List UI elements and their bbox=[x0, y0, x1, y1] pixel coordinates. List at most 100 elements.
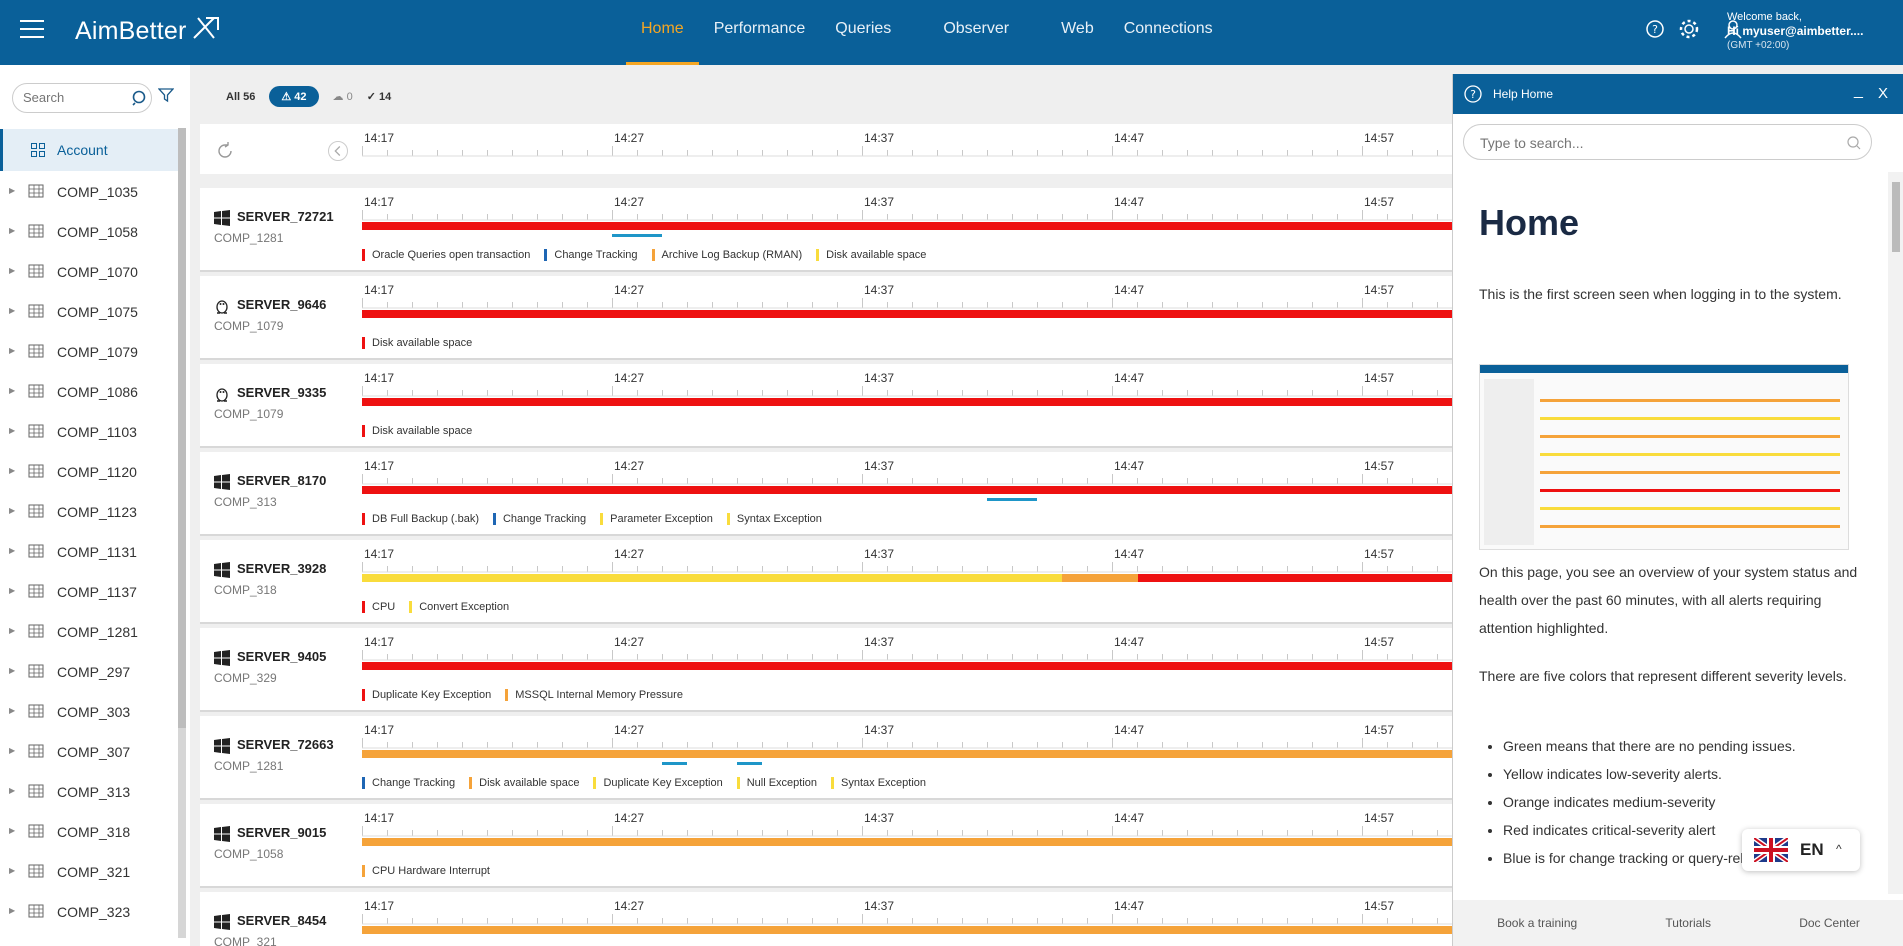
help-scroll-thumb[interactable] bbox=[1892, 182, 1900, 252]
sidebar-item-company[interactable]: ▶ COMP_303 bbox=[0, 691, 178, 731]
server-name[interactable]: SERVER_9405 bbox=[237, 649, 326, 664]
status-bar-segment[interactable] bbox=[362, 398, 1452, 406]
menu-icon[interactable] bbox=[20, 20, 44, 40]
app-logo[interactable]: AimBetter bbox=[75, 17, 187, 46]
chevron-right-icon[interactable]: ▶ bbox=[9, 506, 15, 515]
help-footer-link[interactable]: Doc Center bbox=[1799, 916, 1860, 930]
sidebar-item-company[interactable]: ▶ COMP_1075 bbox=[0, 291, 178, 331]
status-bar-segment[interactable] bbox=[362, 222, 1452, 230]
filter-check[interactable]: ✓ 14 bbox=[367, 90, 392, 103]
alert-tag[interactable]: Duplicate Key Exception bbox=[362, 689, 491, 701]
sidebar-item-company[interactable]: ▶ COMP_1120 bbox=[0, 451, 178, 491]
alert-tag[interactable]: Oracle Queries open transaction bbox=[362, 249, 530, 261]
alert-tag[interactable]: Disk available space bbox=[362, 425, 472, 437]
help-search-input[interactable] bbox=[1480, 135, 1820, 151]
chevron-right-icon[interactable]: ▶ bbox=[9, 706, 15, 715]
server-row[interactable]: SERVER_9015 COMP_1058 14:17 14:27 14:37 14:47… bbox=[200, 804, 1452, 888]
chevron-right-icon[interactable]: ▶ bbox=[9, 226, 15, 235]
refresh-icon[interactable] bbox=[216, 142, 234, 160]
chevron-right-icon[interactable]: ▶ bbox=[9, 786, 15, 795]
change-marker[interactable] bbox=[612, 234, 662, 237]
status-bar-segment[interactable] bbox=[362, 310, 1452, 318]
timeline-prev-button[interactable] bbox=[328, 141, 348, 161]
server-row[interactable]: SERVER_9405 COMP_329 14:17 14:27 14:37 14:47 1… bbox=[200, 628, 1452, 712]
nav-web[interactable]: Web bbox=[1046, 0, 1109, 65]
change-marker[interactable] bbox=[662, 762, 687, 765]
server-row[interactable]: SERVER_72721 COMP_1281 14:17 14:27 14:37 14:4… bbox=[200, 188, 1452, 272]
server-name[interactable]: SERVER_9646 bbox=[237, 297, 326, 312]
chevron-right-icon[interactable]: ▶ bbox=[9, 746, 15, 755]
chevron-right-icon[interactable]: ▶ bbox=[9, 386, 15, 395]
filter-alerts[interactable]: ⚠ 42 bbox=[269, 86, 319, 107]
server-row[interactable]: SERVER_9646 COMP_1079 14:17 14:27 14:37 14:47… bbox=[200, 276, 1452, 360]
sidebar-item-account[interactable]: Account bbox=[0, 129, 178, 171]
status-bar-segment[interactable] bbox=[362, 486, 1452, 494]
nav-observer[interactable]: Observer bbox=[928, 0, 1024, 65]
server-name[interactable]: SERVER_72721 bbox=[237, 209, 334, 224]
server-name[interactable]: SERVER_8170 bbox=[237, 473, 326, 488]
alert-tag[interactable]: CPU Hardware Interrupt bbox=[362, 865, 490, 877]
sidebar-item-company[interactable]: ▶ COMP_1058 bbox=[0, 211, 178, 251]
language-selector[interactable]: EN ^ bbox=[1742, 829, 1860, 871]
alert-tag[interactable]: Disk available space bbox=[816, 249, 926, 261]
alert-tag[interactable]: Parameter Exception bbox=[600, 513, 713, 525]
alert-tag[interactable]: Syntax Exception bbox=[726, 513, 822, 525]
chevron-right-icon[interactable]: ▶ bbox=[9, 586, 15, 595]
nav-performance[interactable]: Performance bbox=[699, 0, 821, 65]
help-footer-link[interactable]: Tutorials bbox=[1665, 916, 1711, 930]
server-name[interactable]: SERVER_8454 bbox=[237, 913, 326, 928]
chevron-right-icon[interactable]: ▶ bbox=[9, 626, 15, 635]
user-info[interactable]: Welcome back, Hi myuser@aimbetter.... (G… bbox=[1727, 10, 1863, 53]
filter-icon[interactable] bbox=[158, 87, 174, 103]
chevron-right-icon[interactable]: ▶ bbox=[9, 306, 15, 315]
sidebar-item-company[interactable]: ▶ COMP_307 bbox=[0, 731, 178, 771]
search-input[interactable] bbox=[23, 90, 123, 105]
status-bar-segment[interactable] bbox=[362, 838, 1452, 846]
server-name[interactable]: SERVER_9015 bbox=[237, 825, 326, 840]
status-bar-segment[interactable] bbox=[362, 750, 1452, 758]
close-button[interactable]: X bbox=[1878, 85, 1888, 102]
chevron-right-icon[interactable]: ▶ bbox=[9, 266, 15, 275]
help-footer-link[interactable]: Book a training bbox=[1497, 916, 1577, 930]
chevron-right-icon[interactable]: ▶ bbox=[9, 346, 15, 355]
alert-tag[interactable]: Disk available space bbox=[469, 777, 579, 789]
status-bar-segment[interactable] bbox=[362, 574, 1062, 582]
sidebar-item-company[interactable]: ▶ COMP_318 bbox=[0, 811, 178, 851]
chevron-right-icon[interactable]: ▶ bbox=[9, 866, 15, 875]
server-row[interactable]: SERVER_8454 COMP_321 14:17 14:27 14:37 14:47 1… bbox=[200, 892, 1452, 946]
chevron-right-icon[interactable]: ▶ bbox=[9, 546, 15, 555]
server-name[interactable]: SERVER_72663 bbox=[237, 737, 334, 752]
alert-tag[interactable]: Change Tracking bbox=[544, 249, 638, 261]
sidebar-item-company[interactable]: ▶ COMP_1086 bbox=[0, 371, 178, 411]
server-row[interactable]: SERVER_9335 COMP_1079 14:17 14:27 14:37 14:47… bbox=[200, 364, 1452, 448]
sidebar-item-company[interactable]: ▶ COMP_323 bbox=[0, 891, 178, 931]
nav-connections[interactable]: Connections bbox=[1109, 0, 1228, 65]
chevron-right-icon[interactable]: ▶ bbox=[9, 186, 15, 195]
sidebar-item-company[interactable]: ▶ COMP_1070 bbox=[0, 251, 178, 291]
sidebar-item-company[interactable]: ▶ COMP_1079 bbox=[0, 331, 178, 371]
chevron-right-icon[interactable]: ▶ bbox=[9, 826, 15, 835]
chevron-right-icon[interactable]: ▶ bbox=[9, 906, 15, 915]
alert-tag[interactable]: Null Exception bbox=[736, 777, 817, 789]
sidebar-item-company[interactable]: ▶ COMP_1281 bbox=[0, 611, 178, 651]
alert-tag[interactable]: Convert Exception bbox=[409, 601, 509, 613]
alert-tag[interactable]: MSSQL Internal Memory Pressure bbox=[505, 689, 683, 701]
alert-tag[interactable]: Syntax Exception bbox=[831, 777, 926, 789]
alert-tag[interactable]: Duplicate Key Exception bbox=[593, 777, 723, 789]
nav-queries[interactable]: Queries bbox=[820, 0, 906, 65]
chevron-right-icon[interactable]: ▶ bbox=[9, 426, 15, 435]
alert-tag[interactable]: Change Tracking bbox=[362, 777, 455, 789]
alert-tag[interactable]: Archive Log Backup (RMAN) bbox=[651, 249, 802, 261]
sidebar-item-company[interactable]: ▶ COMP_321 bbox=[0, 851, 178, 891]
chevron-right-icon[interactable]: ▶ bbox=[9, 466, 15, 475]
sidebar-item-company[interactable]: ▶ COMP_313 bbox=[0, 771, 178, 811]
server-row[interactable]: SERVER_72663 COMP_1281 14:17 14:27 14:37 14:4… bbox=[200, 716, 1452, 800]
help-icon[interactable]: ? bbox=[1644, 18, 1666, 40]
alert-tag[interactable]: DB Full Backup (.bak) bbox=[362, 513, 479, 525]
server-row[interactable]: SERVER_3928 COMP_318 14:17 14:27 14:37 14:47 1… bbox=[200, 540, 1452, 624]
change-marker[interactable] bbox=[737, 762, 762, 765]
search-icon[interactable] bbox=[1846, 135, 1862, 151]
server-name[interactable]: SERVER_3928 bbox=[237, 561, 326, 576]
help-search[interactable] bbox=[1463, 124, 1872, 160]
sidebar-item-company[interactable]: ▶ COMP_1035 bbox=[0, 171, 178, 211]
